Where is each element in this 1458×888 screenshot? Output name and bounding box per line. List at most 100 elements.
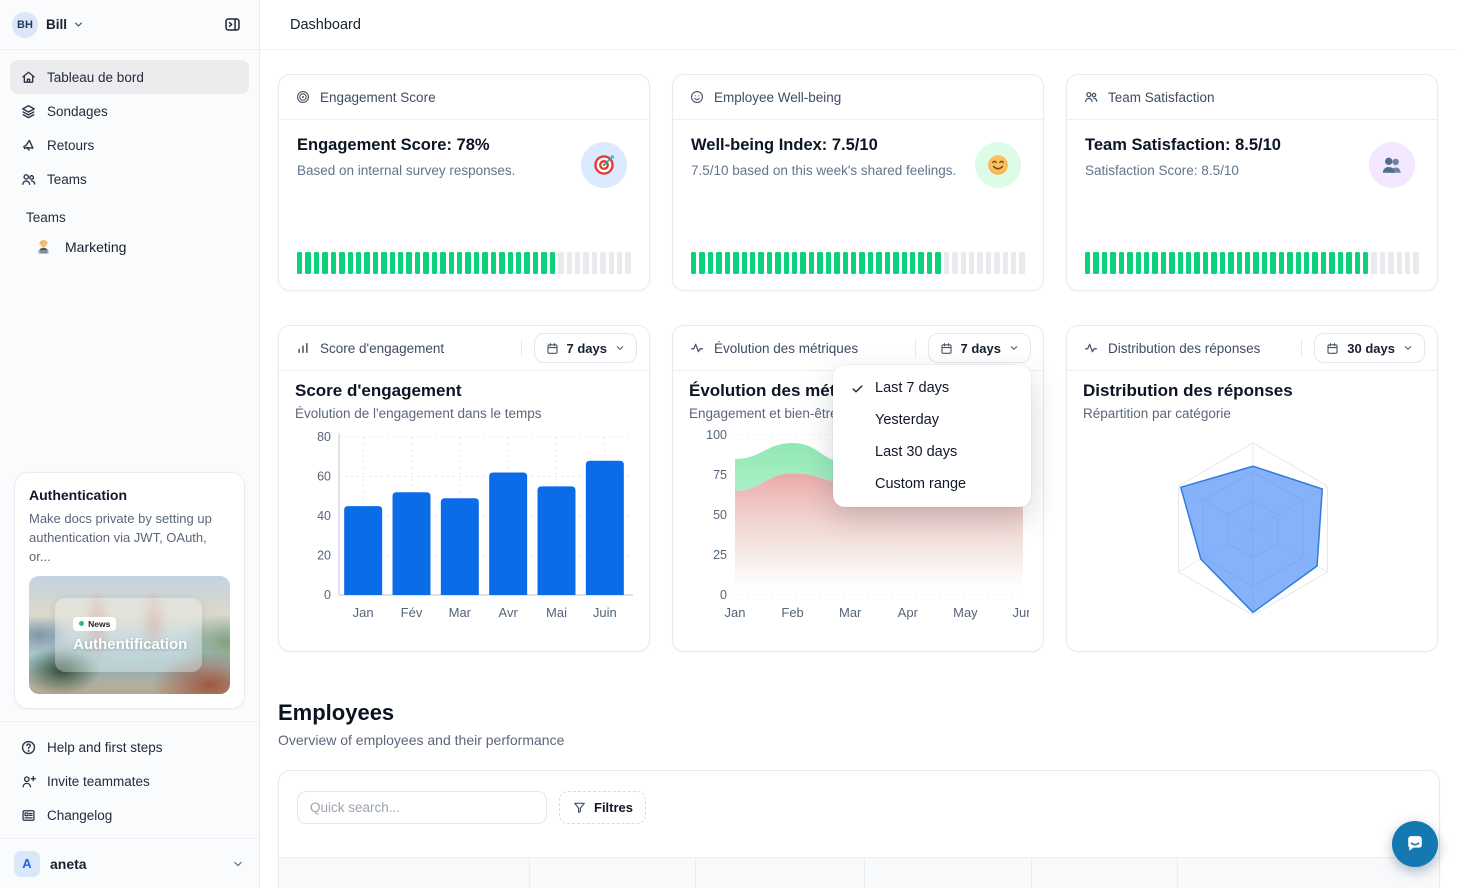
chat-launcher-button[interactable] xyxy=(1392,821,1438,867)
svg-text:75: 75 xyxy=(713,468,727,482)
check-icon xyxy=(847,381,867,396)
svg-text:Fév: Fév xyxy=(401,605,423,620)
chevron-down-icon xyxy=(72,18,85,31)
team-name: Marketing xyxy=(65,239,126,255)
svg-text:40: 40 xyxy=(317,509,331,523)
kpi-card-wellbeing: Employee Well-being Well-being Index: 7.… xyxy=(672,74,1044,291)
employees-title: Employees xyxy=(278,700,1440,726)
menu-item-last-30-days[interactable]: Last 30 days xyxy=(833,436,1031,468)
smiling-face-emoji xyxy=(975,142,1021,188)
sidebar-team-marketing[interactable]: Marketing xyxy=(20,229,239,265)
table-header-row: User Team Position Participation Perform… xyxy=(279,857,1439,888)
busts-emoji xyxy=(1369,142,1415,188)
date-range-button[interactable]: 7 days xyxy=(534,333,637,363)
menu-item-label: Custom range xyxy=(875,476,966,492)
sidebar-item-changelog[interactable]: Changelog xyxy=(10,798,249,832)
user-menu-button[interactable]: Bill xyxy=(46,17,85,32)
activity-icon xyxy=(1083,340,1099,356)
column-header-team[interactable]: Team xyxy=(529,858,695,888)
chevron-down-icon xyxy=(1402,342,1414,354)
column-header-performance[interactable]: Performance xyxy=(1031,858,1177,888)
date-range-menu: Last 7 days Yesterday Last 30 days Custo… xyxy=(833,365,1031,507)
menu-item-last-7-days[interactable]: Last 7 days xyxy=(833,372,1031,404)
workspace-switcher[interactable]: A aneta xyxy=(0,838,259,888)
users-icon xyxy=(1083,89,1099,105)
svg-text:Mai: Mai xyxy=(546,605,567,620)
workspace-name: aneta xyxy=(50,856,87,872)
filters-label: Filtres xyxy=(594,800,633,815)
sidebar-nav: Tableau de bord Sondages Retours Teams T… xyxy=(0,50,259,265)
sidebar: BH Bill Tableau de bord Sondages Retours xyxy=(0,0,260,888)
sidebar-item-sondages[interactable]: Sondages xyxy=(10,94,249,128)
svg-text:Mar: Mar xyxy=(449,605,472,620)
user-name: Bill xyxy=(46,17,67,32)
search-input[interactable] xyxy=(297,791,547,824)
promo-image: News Authentification xyxy=(29,576,230,694)
kpi-header-label: Engagement Score xyxy=(320,90,436,105)
sidebar-item-teams[interactable]: Teams xyxy=(10,162,249,196)
svg-text:Mar: Mar xyxy=(839,605,862,620)
progress-bar xyxy=(1085,252,1419,274)
dart-target-emoji xyxy=(581,142,627,188)
chart-header-label: Évolution des métriques xyxy=(714,341,858,356)
chat-bubble-icon xyxy=(1403,832,1427,856)
promo-title: Authentication xyxy=(29,487,230,503)
sidebar-item-label: Tableau de bord xyxy=(47,70,144,85)
date-range-button[interactable]: 7 days xyxy=(928,333,1031,363)
kpi-card-engagement: Engagement Score Engagement Score: 78% B… xyxy=(278,74,650,291)
promo-description: Make docs private by setting up authenti… xyxy=(29,509,230,566)
promo-image-caption: Authentification xyxy=(73,636,202,653)
sidebar-item-invite-teammates[interactable]: Invite teammates xyxy=(10,764,249,798)
chart-title: Score d'engagement xyxy=(295,381,633,401)
sidebar-item-retours[interactable]: Retours xyxy=(10,128,249,162)
svg-text:Jan: Jan xyxy=(353,605,374,620)
chart-subtitle: Répartition par catégorie xyxy=(1083,406,1421,421)
column-header-user[interactable]: User xyxy=(279,858,529,888)
sidebar-item-tableau-de-bord[interactable]: Tableau de bord xyxy=(10,60,249,94)
bar-chart: 020406080JanFévMarAvrMaiJuin xyxy=(295,427,635,631)
page-title: Dashboard xyxy=(290,17,361,33)
chart-header-label: Score d'engagement xyxy=(320,341,444,356)
date-range-label: 30 days xyxy=(1347,341,1395,356)
column-header-position[interactable]: Position xyxy=(695,858,864,888)
svg-text:25: 25 xyxy=(713,548,727,562)
app: BH Bill Tableau de bord Sondages Retours xyxy=(0,0,1458,888)
megaphone-icon xyxy=(20,137,37,154)
svg-text:Apr: Apr xyxy=(898,605,919,620)
menu-item-yesterday[interactable]: Yesterday xyxy=(833,404,1031,436)
chart-title: Distribution des réponses xyxy=(1083,381,1421,401)
progress-bar xyxy=(691,252,1025,274)
employees-table-card: Filtres User Team Position Participation… xyxy=(278,770,1440,888)
promo-card-authentication[interactable]: Authentication Make docs private by sett… xyxy=(14,472,245,709)
employees-subtitle: Overview of employees and their performa… xyxy=(278,732,1440,748)
svg-text:Jun: Jun xyxy=(1013,605,1029,620)
user-plus-icon xyxy=(20,773,37,790)
promo-image-overlay: News Authentification xyxy=(55,598,202,671)
users-icon xyxy=(20,171,37,188)
sidebar-collapse-button[interactable] xyxy=(217,10,247,40)
bar-chart-icon xyxy=(295,340,311,356)
svg-text:100: 100 xyxy=(706,428,727,442)
kpi-title: Well-being Index: 7.5/10 xyxy=(691,136,1025,155)
radar-chart xyxy=(1083,427,1423,631)
teams-section-label: Teams xyxy=(26,210,233,225)
activity-icon xyxy=(689,340,705,356)
column-header-participation[interactable]: Participation xyxy=(864,858,1031,888)
chart-card-engagement-score: Score d'engagement 7 days Score d'engage… xyxy=(278,325,650,652)
changelog-icon xyxy=(20,807,37,824)
sidebar-item-label: Invite teammates xyxy=(47,774,150,789)
filters-button[interactable]: Filtres xyxy=(559,791,646,824)
date-range-button[interactable]: 30 days xyxy=(1314,333,1425,363)
svg-text:Juin: Juin xyxy=(593,605,617,620)
svg-text:Avr: Avr xyxy=(499,605,519,620)
kpi-header-label: Team Satisfaction xyxy=(1108,90,1215,105)
help-circle-icon xyxy=(20,739,37,756)
table-toolbar: Filtres xyxy=(279,771,1439,824)
menu-item-custom-range[interactable]: Custom range xyxy=(833,468,1031,500)
chevron-down-icon xyxy=(614,342,626,354)
column-header-tasks[interactable]: Tasks xyxy=(1177,858,1439,888)
calendar-icon xyxy=(1325,341,1340,356)
sidebar-item-help[interactable]: Help and first steps xyxy=(10,730,249,764)
kpi-title: Team Satisfaction: 8.5/10 xyxy=(1085,136,1419,155)
calendar-icon xyxy=(545,341,560,356)
